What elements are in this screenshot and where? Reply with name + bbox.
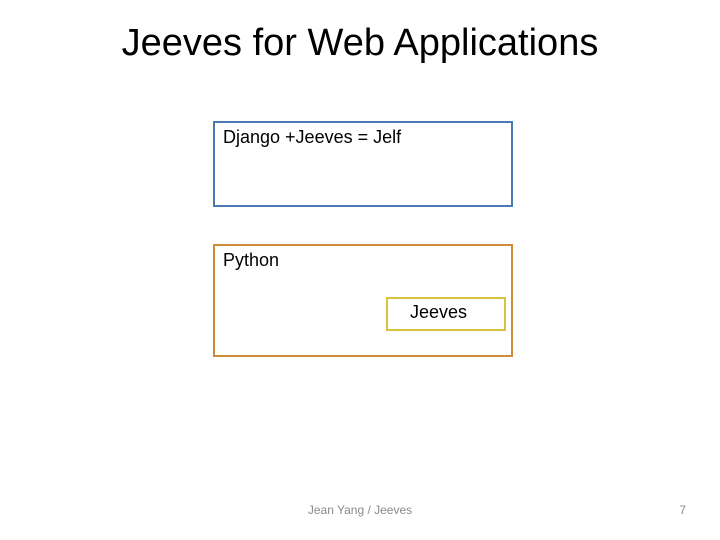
box-python-label: Python: [223, 250, 279, 271]
box-jeeves-label: Jeeves: [410, 302, 467, 323]
box-django-jeeves-label: Django +Jeeves = Jelf: [223, 127, 401, 148]
page-title: Jeeves for Web Applications: [0, 22, 720, 65]
footer-credit: Jean Yang / Jeeves: [0, 503, 720, 517]
page-number: 7: [679, 503, 686, 517]
